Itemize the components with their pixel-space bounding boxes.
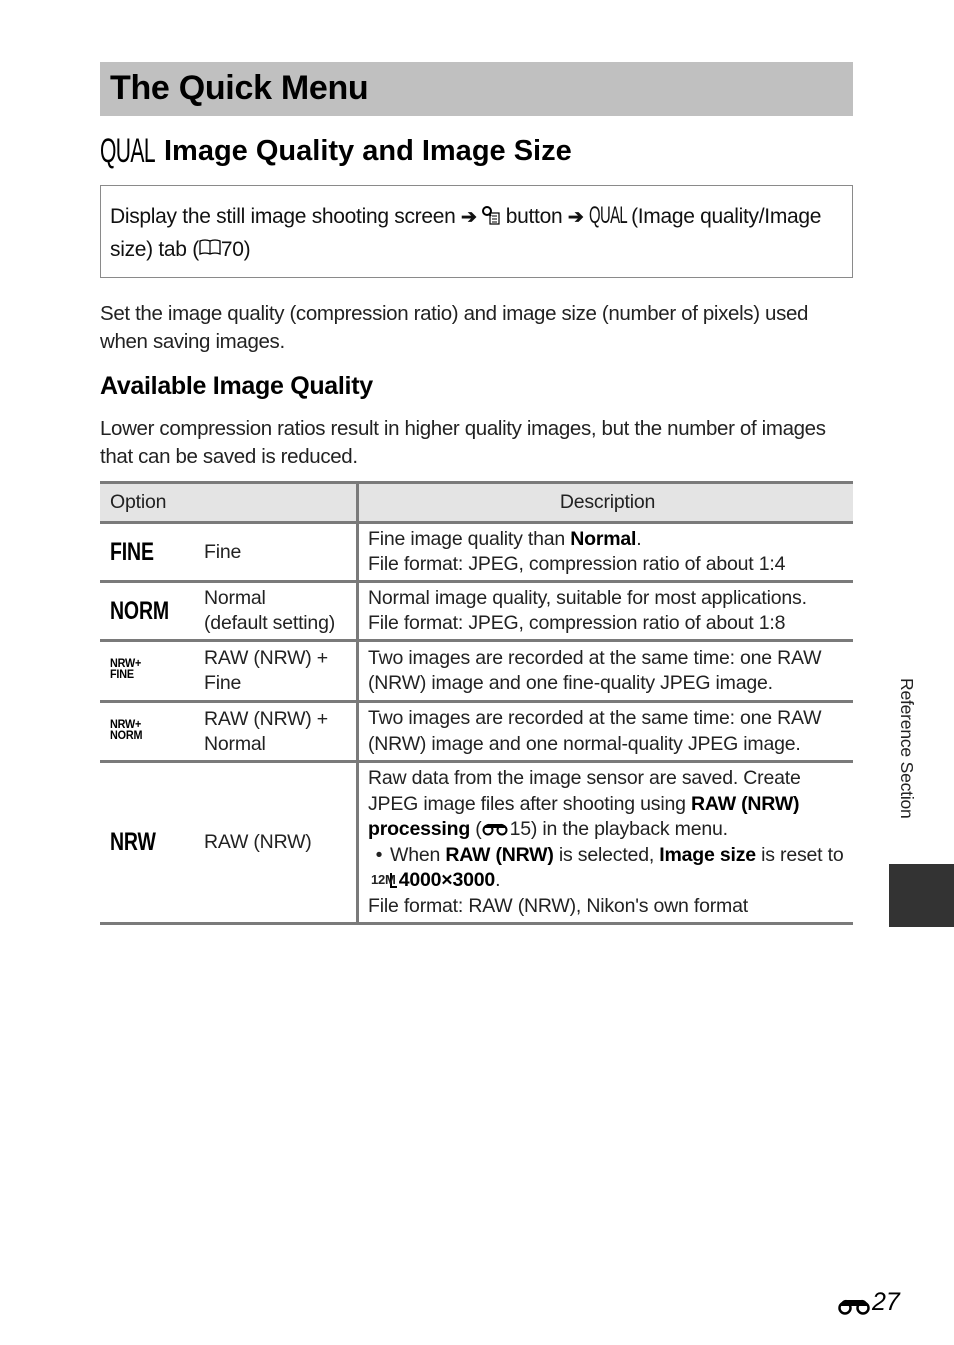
option-name: Normal (default setting) (204, 581, 358, 642)
table-row: NRW+ NORM RAW (NRW) + Normal Two images a… (100, 701, 853, 763)
header-description: Description (356, 481, 853, 524)
subheading: Available Image Quality (100, 372, 373, 400)
table-header-row: Option Description (100, 481, 853, 524)
bullet-note: • When RAW (NRW) is selected, Image size … (371, 843, 844, 892)
section-side-label: Reference Section (897, 678, 917, 819)
section-heading: QUAL Image Quality and Image Size (100, 130, 572, 172)
page-number: 27 (838, 1288, 900, 1317)
arrow-right-icon: ➔ (567, 207, 584, 228)
nav-step-shooting-screen: Display the still image shooting screen (110, 205, 456, 228)
header-option: Option (100, 481, 358, 524)
navigation-path: Display the still image shooting screen … (101, 186, 852, 266)
navigation-path-box: Display the still image shooting screen … (100, 185, 853, 278)
option-name: RAW (NRW) (204, 761, 358, 925)
option-name: RAW (NRW) + Fine (204, 640, 358, 703)
section-side-tab (889, 864, 954, 927)
table-row: NORM Normal (default setting) Normal ima… (100, 581, 853, 642)
qual-icon: QUAL (589, 202, 628, 229)
page-reference: 70) (220, 238, 251, 261)
book-icon (199, 234, 221, 266)
nrw-fine-icon: NRW+ FINE (110, 656, 142, 681)
image-size-12m-icon: 12M (371, 872, 397, 888)
intro-text: Set the image quality (compression ratio… (100, 302, 809, 353)
image-quality-table: Option Description FINE Fine Fine image … (100, 481, 853, 925)
option-name: Fine (204, 522, 358, 583)
section-title: Image Quality and Image Size (164, 134, 572, 167)
table-row: NRW+ FINE RAW (NRW) + Fine Two images are… (100, 640, 853, 703)
nrw-norm-icon: NRW+ NORM (110, 716, 143, 742)
qual-icon: QUAL (100, 131, 156, 170)
page-title: The Quick Menu (110, 69, 369, 107)
page-title-bar: The Quick Menu (100, 62, 853, 116)
quick-menu-button-icon (482, 203, 500, 225)
reference-section-icon (838, 1293, 870, 1315)
reference-section-icon (482, 818, 508, 836)
norm-icon: NORM (110, 596, 169, 625)
option-description: Two images are recorded at the same time… (356, 701, 853, 763)
table-row: NRW RAW (NRW) Raw data from the image se… (100, 761, 853, 925)
fine-icon: FINE (110, 537, 154, 566)
nrw-icon: NRW (110, 828, 156, 856)
arrow-right-icon: ➔ (461, 207, 477, 228)
option-description: Normal image quality, suitable for most … (356, 581, 853, 642)
option-description: Fine image quality than Normal. File for… (356, 522, 853, 583)
option-description: Two images are recorded at the same time… (356, 640, 853, 703)
option-name: RAW (NRW) + Normal (204, 701, 358, 763)
table-row: FINE Fine Fine image quality than Normal… (100, 522, 853, 583)
option-description: Raw data from the image sensor are saved… (356, 761, 853, 925)
nav-step-button: button (505, 205, 563, 228)
subheading-text: Lower compression ratios result in highe… (100, 417, 826, 468)
